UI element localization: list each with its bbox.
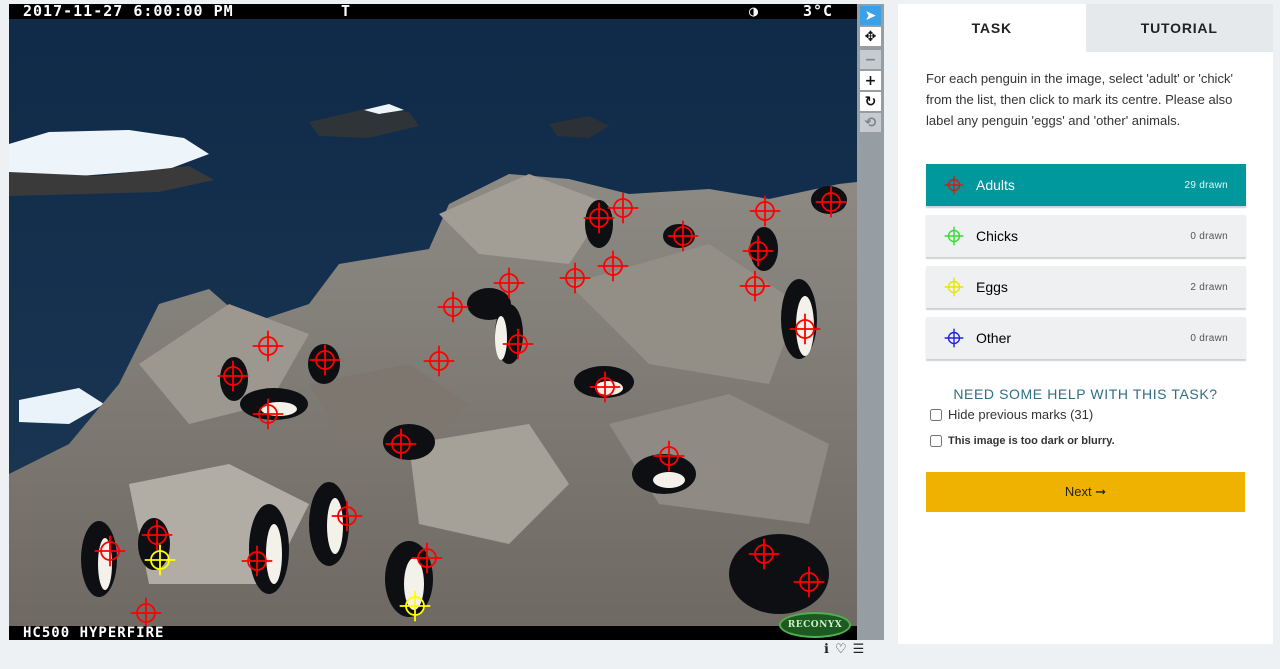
tab-tutorial[interactable]: TUTORIAL [1085,4,1273,52]
panel-tabs: TASK TUTORIAL [898,4,1273,52]
subject-image-viewer[interactable]: 2017-11-27 6:00:00 PM T ◑ 3°C HC500 HYPE… [9,4,857,640]
task-instructions: For each penguin in the image, select 'a… [926,71,1233,128]
collections-icon[interactable]: ☰ [853,642,865,657]
drawing-tools-list: Adults 29 drawn Chicks 0 drawn Eggs 2 dr… [926,164,1246,368]
tool-count: 0 drawn [1190,332,1228,344]
tab-task[interactable]: TASK [898,4,1086,52]
help-link[interactable]: NEED SOME HELP WITH THIS TASK? [898,386,1273,402]
tool-label: Adults [976,177,1015,193]
tool-count: 0 drawn [1190,230,1228,242]
too-dark-checkbox[interactable] [930,435,942,447]
tool-other[interactable]: Other 0 drawn [926,317,1246,359]
moon-phase-icon: ◑ [749,4,760,20]
camera-model: HC500 HYPERFIRE [23,625,165,640]
tool-chicks[interactable]: Chicks 0 drawn [926,215,1246,257]
tool-adults[interactable]: Adults 29 drawn [926,164,1246,206]
penguin-colony-photo[interactable] [9,4,857,640]
image-toolbar: ➤ ✥ − + ↻ ⟲ [857,4,884,640]
camera-info-bar: 2017-11-27 6:00:00 PM T ◑ 3°C [9,4,857,19]
tool-eggs[interactable]: Eggs 2 drawn [926,266,1246,308]
crosshair-icon [944,328,964,348]
hide-marks-label: Hide previous marks (31) [948,407,1094,422]
next-button[interactable]: Next ➞ [926,472,1245,512]
too-dark-option[interactable]: This image is too dark or blurry. [930,435,1115,447]
favorite-icon[interactable]: ♡ [835,642,847,657]
tool-label: Eggs [976,279,1008,295]
tool-label: Chicks [976,228,1019,244]
tool-label: Other [976,330,1012,346]
crosshair-icon [944,226,964,246]
subject-actions: ℹ ♡ ☰ [824,640,864,658]
camera-flag: T [341,4,352,20]
too-dark-label: This image is too dark or blurry. [948,435,1115,447]
crosshair-icon [944,175,964,195]
hide-marks-option[interactable]: Hide previous marks (31) [930,407,1093,422]
reset-icon[interactable]: ⟲ [860,113,881,132]
move-icon[interactable]: ✥ [860,27,881,46]
pointer-icon[interactable]: ➤ [860,6,881,25]
hide-marks-checkbox[interactable] [930,408,942,421]
camera-timestamp: 2017-11-27 6:00:00 PM [23,4,234,20]
reconyx-logo: RECONYX [779,612,851,638]
crosshair-icon [944,277,964,297]
tool-count: 2 drawn [1190,281,1228,293]
zoom-out-icon[interactable]: − [860,50,881,69]
rotate-icon[interactable]: ↻ [860,92,881,111]
task-panel: TASK TUTORIAL For each penguin in the im… [898,4,1273,644]
camera-model-bar: HC500 HYPERFIRE [9,626,857,640]
camera-temperature: 3°C [803,4,834,20]
tool-count: 29 drawn [1184,179,1228,191]
info-icon[interactable]: ℹ [824,642,829,657]
zoom-in-icon[interactable]: + [860,71,881,90]
